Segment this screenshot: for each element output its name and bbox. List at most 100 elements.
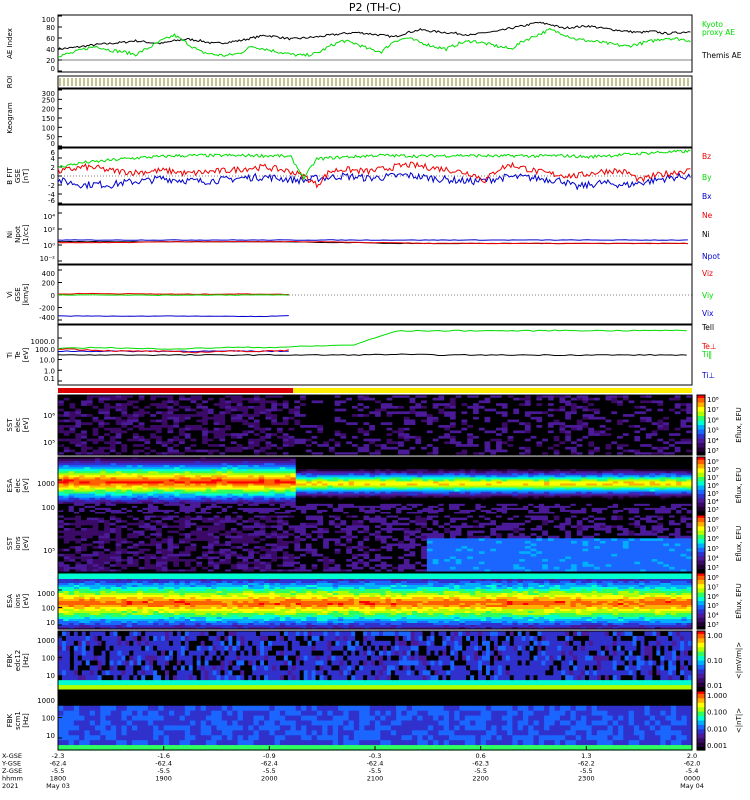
density-ylabel-0: Ni [6,231,14,238]
velocity-tick-label: 400 [42,270,55,278]
sst-elec-colorbar-label: 10⁷ [707,406,719,414]
sst-elec-tick-label: 10⁵ [43,439,55,447]
fbk-edc12-tick-label: 10 [46,672,55,680]
xaxis-tick-label: 1900 [155,775,172,783]
xaxis-tick-label: 2100 [367,775,384,783]
fbk-scm1-colorbar [697,691,705,751]
bfield-tick-label: -2 [48,182,55,190]
sst-ion-colorbar-label: 10⁷ [707,526,719,534]
fbk-edc12-colorbar-title: <|mV/m|> [735,642,743,679]
bfield-ylabel-1: GSE [14,169,22,183]
esa-ion-colorbar-title: Eflux, EFU [735,583,743,618]
temperature-legend-2: Ti‖ [701,350,712,359]
fbk-scm1-colorbar-label: 0.010 [707,725,727,733]
sst-elec-ylabel-2: [eV] [22,417,30,432]
density-panel [57,204,693,265]
fbk-scm1-colorbar-title: <|nT|> [735,708,743,733]
sst-ion-ylabel-1: ions [14,536,22,551]
keogram-tick-label: 0 [51,140,55,148]
keogram-ylabel-0: Keogram [6,102,14,133]
esa-ion-colorbar-label: 10⁵ [707,602,719,610]
velocity-tick-label: 200 [42,280,55,288]
bx-line [57,171,691,191]
temperature-ylabel-2: [eV] [22,347,30,362]
esa-elec-colorbar-label: 10³ [707,506,719,514]
density-tick-label: 10² [43,226,55,234]
esa-ion-colorbar-label: 10⁷ [707,583,719,591]
density-tick-label: 10⁻² [40,255,56,263]
temperature-ylabel-1: Te [14,351,22,359]
density-legend-2: Npot [702,252,720,261]
velocity-legend-1: Viy [702,291,714,300]
fbk-edc12-tick-label: 1000 [37,637,55,645]
esa-ion-ylabel-2: [eV] [22,593,30,608]
fbk-scm1-ylabel-1: scm1 [14,711,22,730]
fbk-edc12-colorbar-label: 0.01 [707,682,723,690]
temperature-tick-label: 0.1 [44,375,55,383]
esa-ion-colorbar-label: 10⁴ [707,612,719,620]
sst-ion-colorbar [697,515,705,573]
sst-elec-colorbar [697,395,705,456]
keogram-tick-label: 200 [42,106,55,114]
sst-ion-ylabel-0: SST [6,536,14,550]
esa-ion-tick-label: 1000 [37,590,55,598]
bfield-legend-0: Bz [702,152,711,161]
esa-elec-spectrogram [58,457,693,515]
roi-panel [57,75,693,89]
fbk-scm1-tick-label: 100 [42,715,55,723]
sst-ion-colorbar-label: 10⁸ [707,516,719,524]
xaxis-tick-label: May 03 [46,782,70,790]
fbk-edc12-colorbar-label: 0.10 [707,657,723,665]
velocity-legend-0: Viz [702,269,713,278]
tipar-line [57,329,687,350]
esa-elec-tick-label: 100 [42,504,55,512]
bfield-legend-1: By [702,173,712,182]
esa-ion-tick-label: 100 [42,605,55,613]
xaxis-tick-label: 2200 [472,775,489,783]
sst-elec-colorbar-label: 10⁶ [707,416,719,424]
esa-elec-colorbar [697,457,705,515]
esa-elec-ylabel-2: [eV] [22,478,30,493]
roi-ylabel-0: ROI [6,76,14,88]
esa-ion-tick-label: 10 [46,619,55,627]
sst-elec-colorbar-label: 10⁴ [707,437,719,445]
esa-ion-ylabel-0: ESA [6,594,14,608]
sst-ion-spectrogram [58,515,693,573]
sst-elec-ylabel-1: elec [14,418,22,433]
ae-tick-label: 20 [46,57,55,65]
esa-ion-spectrogram [58,573,693,630]
xaxis-tick-label: May 04 [680,782,704,790]
esa-ion-colorbar-label: 10⁶ [707,593,719,601]
bz-line [57,161,691,189]
keogram-tick-label: 250 [42,96,55,104]
temperature-legend-0: Tell [701,323,714,332]
density-legend-1: Ni [702,230,710,239]
density-tick-label: 10⁰ [43,242,55,250]
density-ylabel-1: Npot [14,226,22,243]
fbk-edc12-colorbar-label: 1.00 [707,632,723,640]
xaxis-row-label: 2021 [2,782,19,790]
esa-elec-tick-label: 1000 [37,480,55,488]
temperature-tick-label: 10.0 [39,357,55,365]
fbk-scm1-ylabel-0: FBK [6,713,14,727]
sst-elec-colorbar-label: 10³ [707,447,719,455]
bfield-tick-label: 0 [51,173,55,181]
sst-ion-tick-label: 10⁵ [43,547,55,555]
temperature-tick-label: 100.0 [35,346,55,354]
fbk-edc12-tick-label: 100 [42,655,55,663]
fbk-edc12-ylabel-2: [Hz] [22,653,30,668]
esa-ion-colorbar-label: 10⁸ [707,574,719,582]
tell-line [57,353,687,357]
velocity-legend-2: Vix [702,309,714,318]
sst-ion-ylabel-2: [eV] [22,536,30,551]
velocity-tick-label: 0 [51,292,55,300]
bfield-ylabel-2: [nT] [22,169,30,183]
ae-tick-label: 0 [51,65,55,73]
xaxis-tick-label: 2000 [261,775,278,783]
by-line [57,149,691,181]
mode-bar-slow [58,388,293,393]
velocity-ylabel-1: GSE [14,287,22,301]
fbk-scm1-ylabel-2: [Hz] [22,713,30,728]
fbk-scm1-colorbar-label: 0.001 [707,742,727,750]
sst-ion-colorbar-label: 10⁶ [707,535,719,543]
